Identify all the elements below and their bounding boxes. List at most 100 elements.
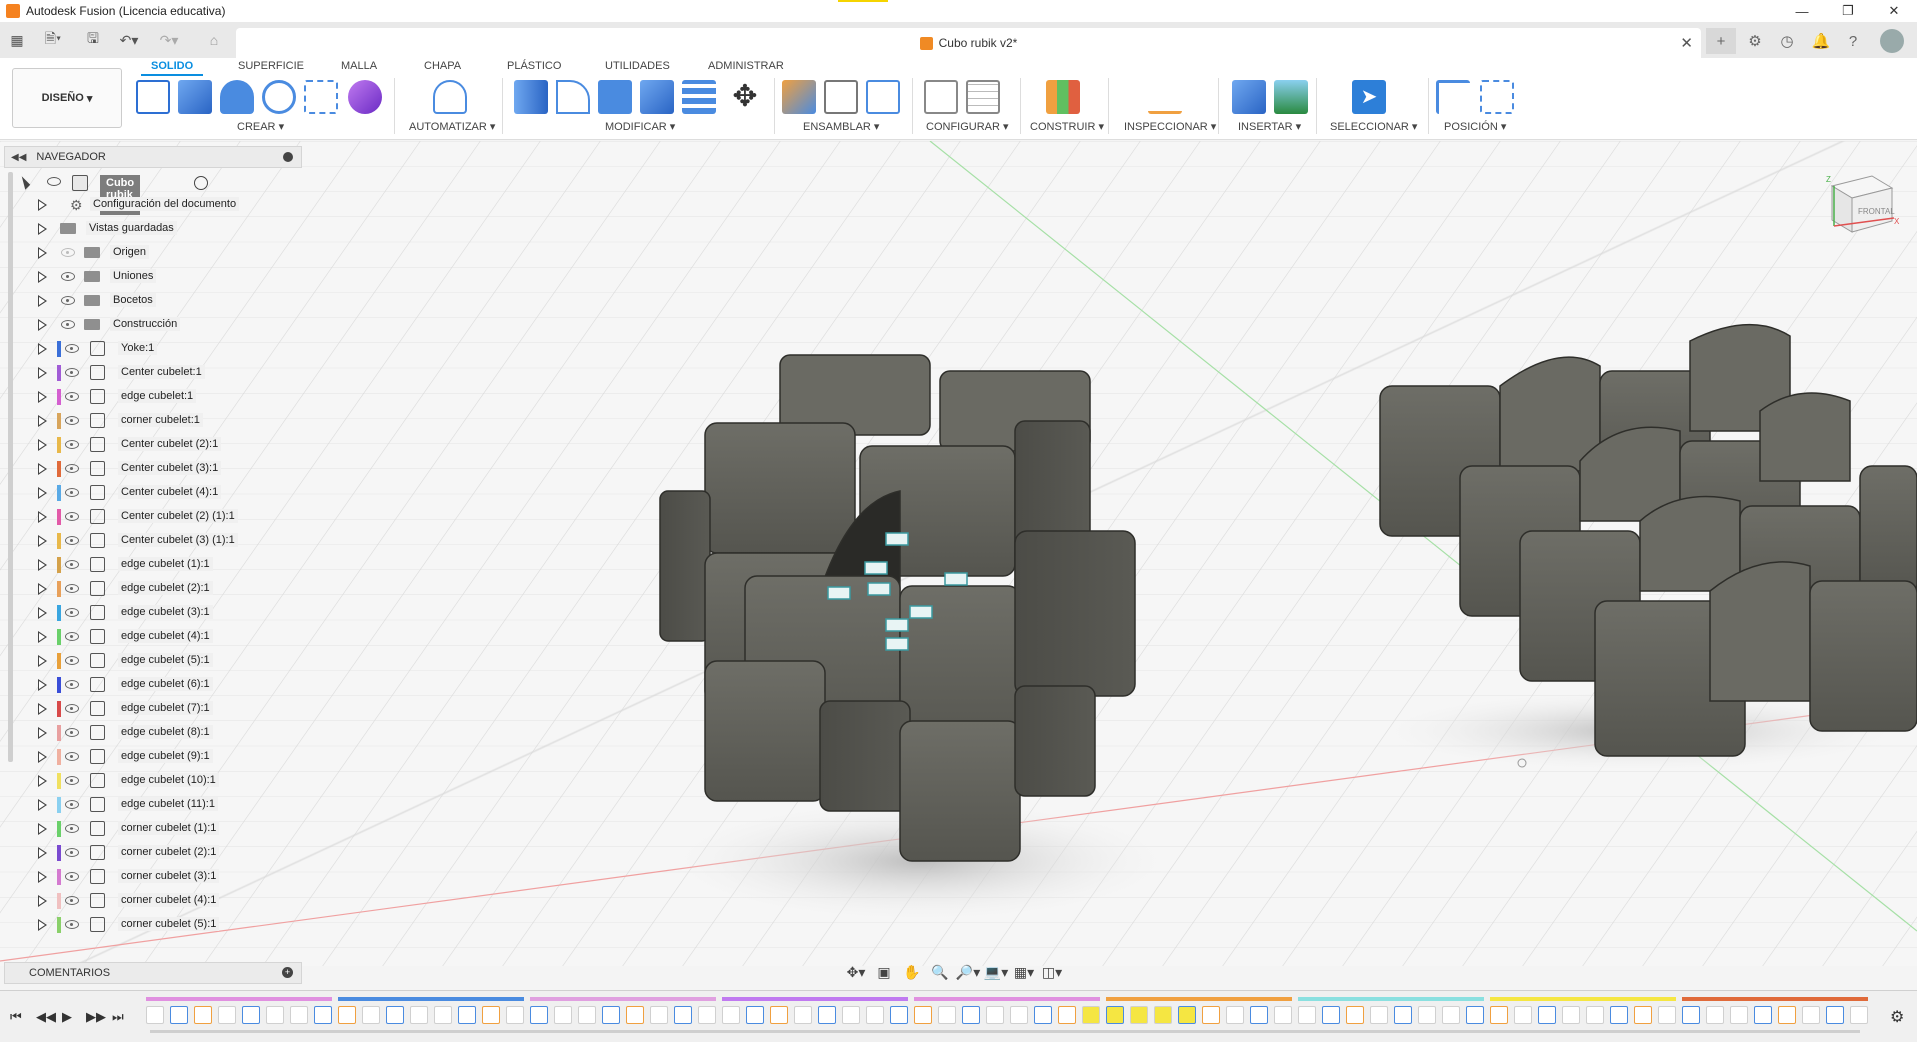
visibility-eye-icon[interactable] [65, 464, 79, 473]
expand-arrow-icon[interactable] [38, 439, 47, 451]
create-sketch-icon[interactable] [136, 80, 170, 114]
browser-header[interactable]: ◀◀ NAVEGADOR [4, 146, 302, 168]
group-modificar[interactable]: MODIFICAR ▾ [605, 120, 675, 133]
timeline-feature-icon[interactable] [554, 1006, 572, 1024]
timeline-feature-icon[interactable] [506, 1006, 524, 1024]
timeline-last-icon[interactable]: ⏭ [112, 1009, 124, 1025]
pattern-icon[interactable] [304, 80, 338, 114]
expand-arrow-icon[interactable] [38, 463, 47, 475]
timeline-feature-icon[interactable] [170, 1006, 188, 1024]
timeline-feature-icon[interactable] [434, 1006, 452, 1024]
expand-arrow-icon[interactable] [38, 535, 47, 547]
expand-arrow-icon[interactable] [38, 799, 47, 811]
pan-hand-icon[interactable]: ✋ [898, 962, 926, 982]
fit-zoom-icon[interactable]: 🔎▾ [954, 962, 982, 982]
extensions-icon[interactable]: ⚙ [1740, 28, 1770, 54]
visibility-eye-icon[interactable] [47, 177, 61, 186]
visibility-eye-icon[interactable] [65, 488, 79, 497]
expand-arrow-icon[interactable] [38, 895, 47, 907]
comments-panel[interactable]: COMENTARIOS + [4, 962, 302, 984]
timeline-feature-icon[interactable] [650, 1006, 668, 1024]
timeline-feature-icon[interactable] [1154, 1006, 1172, 1024]
joint-icon[interactable] [824, 80, 858, 114]
timeline-track[interactable] [150, 1030, 1860, 1033]
visibility-eye-icon[interactable] [65, 608, 79, 617]
timeline-feature-icon[interactable] [1250, 1006, 1268, 1024]
timeline-feature-icon[interactable] [1634, 1006, 1652, 1024]
browser-scrollbar[interactable] [8, 172, 13, 762]
visibility-eye-icon[interactable] [65, 896, 79, 905]
visibility-eye-icon[interactable] [65, 704, 79, 713]
timeline-feature-icon[interactable] [1538, 1006, 1556, 1024]
expand-arrow-icon[interactable] [38, 823, 47, 835]
save-icon[interactable]: 🖫 [82, 28, 104, 52]
timeline-feature-icon[interactable] [1298, 1006, 1316, 1024]
expand-arrow-icon[interactable] [38, 343, 47, 355]
tab-malla[interactable]: MALLA [341, 60, 377, 72]
visibility-eye-icon[interactable] [65, 848, 79, 857]
activate-radio-icon[interactable] [194, 176, 208, 190]
timeline-feature-icon[interactable] [818, 1006, 836, 1024]
group-crear[interactable]: CREAR ▾ [237, 120, 284, 133]
timeline-feature-icon[interactable] [986, 1006, 1004, 1024]
tab-superficie[interactable]: SUPERFICIE [238, 60, 304, 72]
expand-arrow-icon[interactable] [38, 703, 47, 715]
expand-arrow-icon[interactable] [38, 319, 47, 331]
timeline-feature-icon[interactable] [962, 1006, 980, 1024]
timeline-feature-icon[interactable] [866, 1006, 884, 1024]
new-tab-icon[interactable]: + [1706, 28, 1736, 54]
group-insertar[interactable]: INSERTAR ▾ [1238, 120, 1301, 133]
tab-chapa[interactable]: CHAPA [424, 60, 461, 72]
timeline-feature-icon[interactable] [938, 1006, 956, 1024]
timeline-feature-icon[interactable] [746, 1006, 764, 1024]
expand-arrow-icon[interactable] [38, 367, 47, 379]
timeline-feature-icon[interactable] [1322, 1006, 1340, 1024]
timeline-feature-icon[interactable] [218, 1006, 236, 1024]
visibility-eye-icon[interactable] [61, 272, 75, 281]
revolve-icon[interactable] [220, 80, 254, 114]
restore-button[interactable]: ❐ [1825, 0, 1871, 22]
timeline-feature-icon[interactable] [890, 1006, 908, 1024]
shell-icon[interactable] [598, 80, 632, 114]
insert-canvas-icon[interactable] [1274, 80, 1308, 114]
timeline-feature-icon[interactable] [1778, 1006, 1796, 1024]
expand-arrow-icon[interactable] [38, 199, 47, 211]
visibility-eye-icon[interactable] [65, 656, 79, 665]
viewports-icon[interactable]: ◫▾ [1038, 962, 1066, 982]
add-comment-icon[interactable]: + [282, 967, 293, 978]
timeline-feature-icon[interactable] [1610, 1006, 1628, 1024]
group-posicion[interactable]: POSICIÓN ▾ [1444, 120, 1506, 133]
timeline-feature-icon[interactable] [1442, 1006, 1460, 1024]
timeline-feature-icon[interactable] [1226, 1006, 1244, 1024]
timeline-feature-icon[interactable] [458, 1006, 476, 1024]
visibility-eye-icon[interactable] [65, 872, 79, 881]
expand-arrow-icon[interactable] [38, 583, 47, 595]
group-inspeccionar[interactable]: INSPECCIONAR ▾ [1124, 120, 1216, 133]
visibility-eye-icon[interactable] [65, 728, 79, 737]
timeline-feature-icon[interactable] [602, 1006, 620, 1024]
timeline-feature-icon[interactable] [1562, 1006, 1580, 1024]
display-settings-icon[interactable]: 💻▾ [982, 962, 1010, 982]
timeline-feature-icon[interactable] [410, 1006, 428, 1024]
view-cube[interactable]: FRONTAL Z X [1822, 166, 1902, 246]
timeline-feature-icon[interactable] [842, 1006, 860, 1024]
timeline-feature-icon[interactable] [242, 1006, 260, 1024]
visibility-eye-icon[interactable] [65, 632, 79, 641]
workspace-switcher[interactable]: DISEÑO ▾ [12, 68, 122, 128]
timeline-feature-icon[interactable] [1706, 1006, 1724, 1024]
timeline-feature-icon[interactable] [1490, 1006, 1508, 1024]
browser-minimize-icon[interactable] [283, 152, 293, 162]
group-automatizar[interactable]: AUTOMATIZAR ▾ [409, 120, 495, 133]
revert-position-icon[interactable] [1480, 80, 1514, 114]
timeline-feature-icon[interactable] [338, 1006, 356, 1024]
fillet-icon[interactable] [556, 80, 590, 114]
expand-arrow-icon[interactable] [38, 295, 47, 307]
timeline-feature-icon[interactable] [1730, 1006, 1748, 1024]
move-icon[interactable]: ✥ [728, 80, 762, 114]
job-status-icon[interactable]: ◷ [1772, 28, 1802, 54]
visibility-eye-icon[interactable] [65, 752, 79, 761]
viewport-scene[interactable] [0, 141, 1917, 966]
capture-position-icon[interactable] [1436, 80, 1470, 114]
visibility-eye-icon[interactable] [65, 584, 79, 593]
tab-administrar[interactable]: ADMINISTRAR [708, 60, 784, 72]
